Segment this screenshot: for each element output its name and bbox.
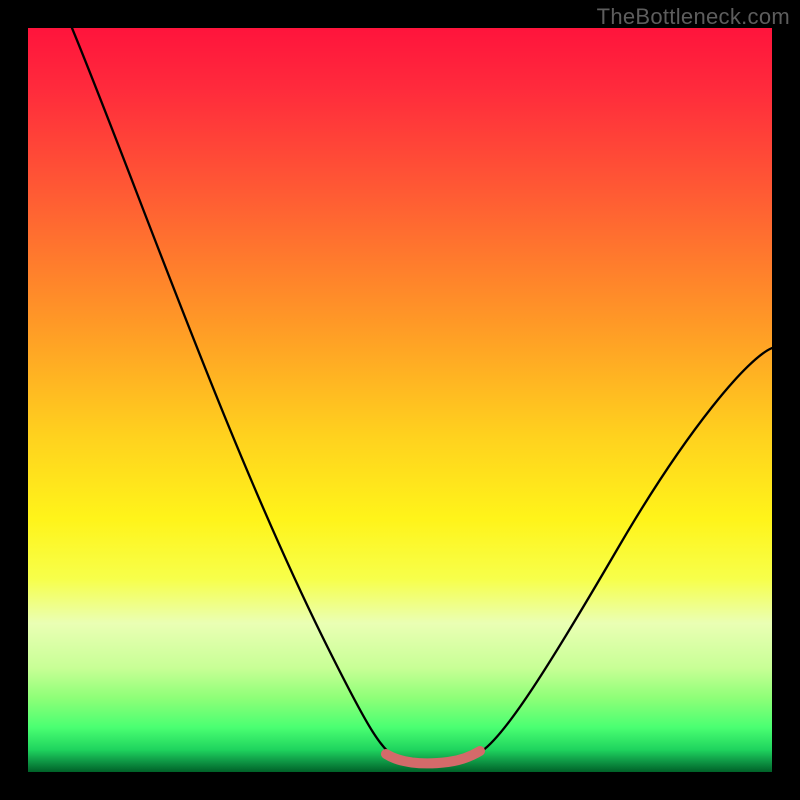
watermark-text: TheBottleneck.com (597, 4, 790, 30)
chart-frame: TheBottleneck.com (0, 0, 800, 800)
plot-area (28, 28, 772, 772)
bottleneck-curve-path (72, 28, 772, 763)
optimal-band-path (386, 751, 480, 763)
curve-svg (28, 28, 772, 772)
